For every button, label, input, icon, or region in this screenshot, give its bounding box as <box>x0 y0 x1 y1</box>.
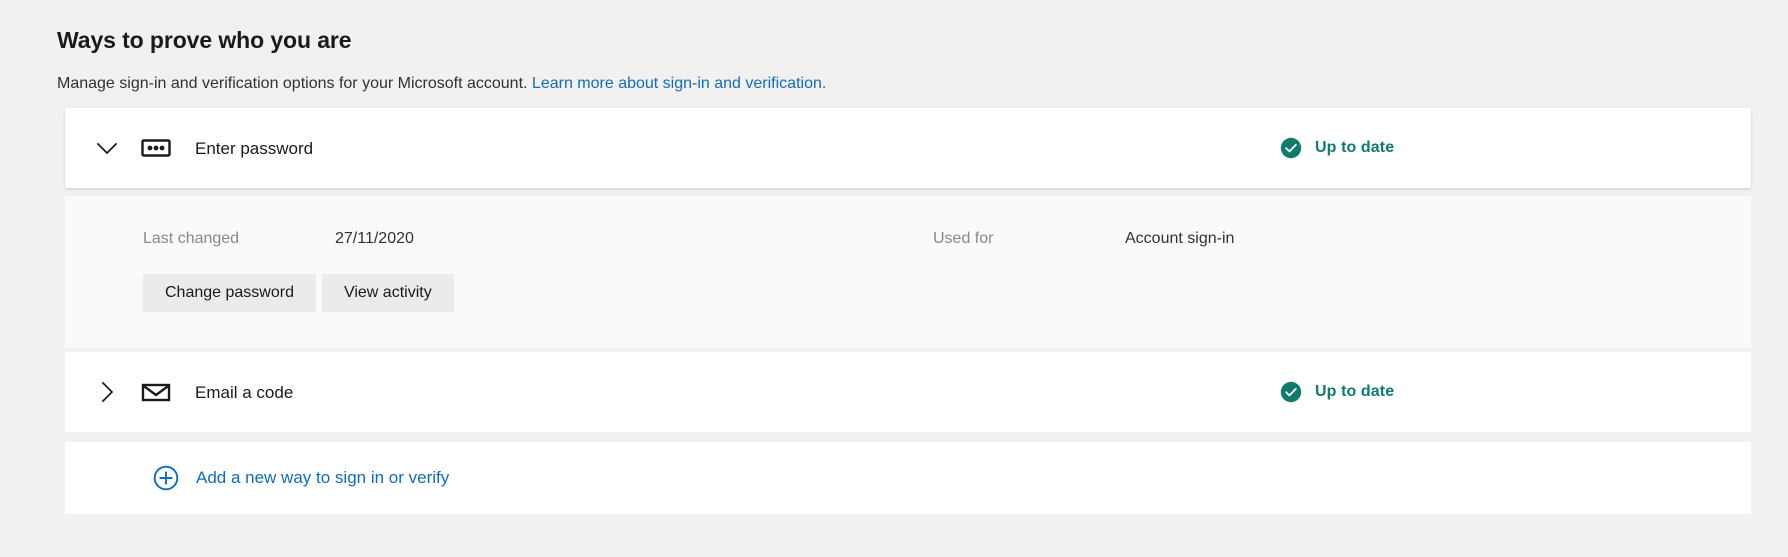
status-label: Up to date <box>1315 383 1395 400</box>
password-icon <box>139 131 173 165</box>
detail-last-changed: Last changed 27/11/2020 <box>143 230 933 248</box>
detail-key: Used for <box>933 230 994 247</box>
row-divider <box>65 432 1751 437</box>
method-row-enter-password[interactable]: Enter password Up to date <box>65 108 1751 188</box>
method-row-email-a-code[interactable]: Email a code Up to date <box>65 352 1751 432</box>
page-title: Ways to prove who you are <box>57 27 352 53</box>
change-password-button[interactable]: Change password <box>143 274 316 312</box>
add-new-method-row[interactable]: Add a new way to sign in or verify <box>65 442 1751 514</box>
detail-used-for: Used for Account sign-in <box>933 230 1234 248</box>
detail-key: Last changed <box>143 230 240 247</box>
status-label: Up to date <box>1315 139 1395 156</box>
chevron-right-icon[interactable] <box>93 378 121 406</box>
method-label: Enter password <box>195 138 314 158</box>
check-circle-icon <box>1280 381 1302 403</box>
add-new-method-label: Add a new way to sign in or verify <box>196 468 450 487</box>
identity-verification-page: Ways to prove who you are Manage sign-in… <box>0 0 1788 557</box>
status-badge: Up to date <box>1280 108 1394 188</box>
learn-more-link[interactable]: Learn more about sign-in and verificatio… <box>532 75 826 92</box>
chevron-down-icon[interactable] <box>93 134 121 162</box>
detail-value: 27/11/2020 <box>335 230 414 247</box>
method-label: Email a code <box>195 382 294 402</box>
detail-grid: Last changed 27/11/2020 Used for Account… <box>65 230 1751 248</box>
page-header: Ways to prove who you are Manage sign-in… <box>0 0 1788 93</box>
check-circle-icon <box>1280 137 1302 159</box>
envelope-icon <box>139 375 173 409</box>
view-activity-button[interactable]: View activity <box>321 274 454 312</box>
page-subtitle-text: Manage sign-in and verification options … <box>57 75 528 93</box>
plus-circle-icon[interactable] <box>153 465 179 491</box>
sign-in-methods-list: Enter password Up to date Last changed 2… <box>65 108 1751 514</box>
row-divider <box>65 188 1751 192</box>
detail-actions: Change password View activity <box>65 274 1751 312</box>
enter-password-details-panel: Last changed 27/11/2020 Used for Account… <box>65 196 1751 348</box>
status-badge: Up to date <box>1280 352 1394 432</box>
page-subtitle: Manage sign-in and verification options … <box>57 74 1788 93</box>
detail-value: Account sign-in <box>1125 230 1235 247</box>
